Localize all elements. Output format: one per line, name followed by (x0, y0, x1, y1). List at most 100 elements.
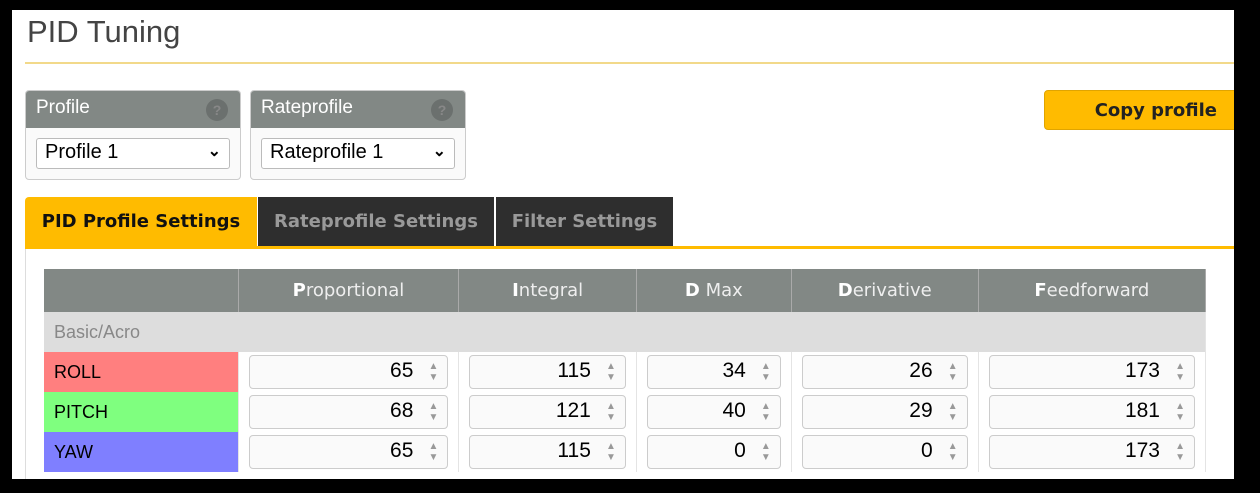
cell: 0 ▲ ▼ (791, 432, 979, 472)
value: 68 (390, 399, 414, 422)
chevron-down-icon: ⌄ (207, 143, 221, 160)
spinner-icon[interactable]: ▲ ▼ (429, 441, 439, 463)
number-input[interactable]: 121 ▲ ▼ (469, 395, 626, 429)
pid-table: Proportional Integral D Max Derivative Feedf… (44, 269, 1207, 472)
spinner-icon[interactable]: ▲ ▼ (1175, 441, 1185, 463)
section-basic-acro: Basic/Acro (44, 312, 1206, 352)
cell: 34 ▲ ▼ (636, 352, 792, 392)
spinner-icon[interactable]: ▲ ▼ (948, 401, 958, 423)
spinner-icon[interactable]: ▲ ▼ (761, 441, 771, 463)
value: 0 (734, 439, 746, 462)
number-input[interactable]: 0 ▲ ▼ (646, 435, 781, 469)
value: 181 (1124, 399, 1160, 422)
value: 173 (1124, 359, 1160, 382)
spinner-icon[interactable]: ▲ ▼ (948, 441, 958, 463)
spinner-icon[interactable]: ▲ ▼ (1175, 361, 1185, 383)
table-row: YAW 65 ▲ ▼ 115 ▲ ▼ 0 ▲ ▼ 0 ▲ ▼ 173 ▲ ▼ (44, 432, 1207, 472)
cell: 68 ▲ ▼ (238, 392, 460, 432)
spinner-icon[interactable]: ▲ ▼ (948, 361, 958, 383)
spinner-icon[interactable]: ▲ ▼ (606, 441, 616, 463)
header-rest: ntegral (518, 280, 584, 301)
cell: 121 ▲ ▼ (458, 392, 637, 432)
tab-filter-settings[interactable]: Filter Settings (496, 197, 673, 246)
number-input[interactable]: 68 ▲ ▼ (248, 395, 449, 429)
spinner-icon[interactable]: ▲ ▼ (761, 401, 771, 423)
header-initial: I (512, 280, 519, 301)
page-title: PID Tuning (27, 14, 181, 49)
number-input[interactable]: 181 ▲ ▼ (988, 395, 1195, 429)
spinner-icon[interactable]: ▲ ▼ (606, 361, 616, 383)
column-header: Proportional (238, 269, 460, 312)
tab-pid-profile-settings[interactable]: PID Profile Settings (25, 197, 257, 246)
profile-label: Profile (36, 97, 90, 118)
spinner-icon[interactable]: ▲ ▼ (606, 401, 616, 423)
axis-label-yaw: YAW (44, 432, 239, 472)
cell: 115 ▲ ▼ (458, 352, 637, 392)
spinner-icon[interactable]: ▲ ▼ (429, 401, 439, 423)
cell: 26 ▲ ▼ (791, 352, 979, 392)
axis-label-roll: ROLL (44, 352, 239, 392)
title-divider (25, 62, 1235, 64)
value: 115 (557, 439, 591, 462)
cell: 0 ▲ ▼ (636, 432, 792, 472)
table-row: ROLL 65 ▲ ▼ 115 ▲ ▼ 34 ▲ ▼ 26 ▲ ▼ 173 ▲ ▼ (44, 352, 1207, 392)
header-rest: roportional (305, 280, 405, 301)
column-header: Integral (458, 269, 637, 312)
profile-value: Profile 1 (45, 141, 119, 163)
value: 0 (920, 439, 933, 462)
rateprofile-value: Rateprofile 1 (270, 141, 384, 163)
cell: 65 ▲ ▼ (238, 432, 460, 472)
help-icon[interactable]: ? (206, 99, 228, 121)
rateprofile-label: Rateprofile (261, 97, 353, 118)
cell: 181 ▲ ▼ (978, 392, 1207, 432)
copy-profile-button[interactable]: Copy profile (1044, 90, 1244, 130)
profile-select[interactable]: Profile 1 ⌄ (36, 138, 230, 169)
column-header: D Max (636, 269, 792, 312)
chevron-down-icon: ⌄ (432, 143, 446, 160)
number-input[interactable]: 0 ▲ ▼ (801, 435, 968, 469)
header-initial: F (1034, 280, 1047, 301)
number-input[interactable]: 173 ▲ ▼ (988, 435, 1195, 469)
header-rest: eedforward (1046, 280, 1150, 301)
value: 29 (909, 399, 933, 422)
number-input[interactable]: 173 ▲ ▼ (988, 355, 1195, 389)
number-input[interactable]: 115 ▲ ▼ (469, 435, 626, 469)
number-input[interactable]: 65 ▲ ▼ (248, 435, 449, 469)
rateprofile-select[interactable]: Rateprofile 1 ⌄ (261, 138, 455, 169)
number-input[interactable]: 115 ▲ ▼ (469, 355, 626, 389)
profile-panel: Profile? Profile 1 ⌄ (25, 90, 241, 180)
value: 65 (390, 359, 414, 382)
number-input[interactable]: 65 ▲ ▼ (248, 355, 449, 389)
help-icon[interactable]: ? (431, 99, 453, 121)
axis-label-pitch: PITCH (44, 392, 239, 432)
rateprofile-panel: Rateprofile? Rateprofile 1 ⌄ (250, 90, 466, 180)
cell: 173 ▲ ▼ (978, 432, 1207, 472)
value: 115 (557, 359, 591, 382)
header-initial: P (292, 280, 306, 301)
value: 26 (909, 359, 933, 382)
header-initial: D (837, 280, 853, 301)
value: 121 (555, 399, 591, 422)
tab-rateprofile-settings[interactable]: Rateprofile Settings (258, 197, 494, 246)
header-rest: erivative (852, 280, 932, 301)
table-row: PITCH 68 ▲ ▼ 121 ▲ ▼ 40 ▲ ▼ 29 ▲ ▼ 181 ▲ ▼ (44, 392, 1207, 432)
column-header: Feedforward (978, 269, 1207, 312)
spinner-icon[interactable]: ▲ ▼ (1175, 401, 1185, 423)
cell: 65 ▲ ▼ (238, 352, 460, 392)
column-header: Derivative (791, 269, 979, 312)
number-input[interactable]: 40 ▲ ▼ (646, 395, 781, 429)
value: 34 (722, 359, 746, 382)
cell: 29 ▲ ▼ (791, 392, 979, 432)
spinner-icon[interactable]: ▲ ▼ (429, 361, 439, 383)
header-rest: Max (699, 280, 743, 301)
header-initial: D (684, 280, 700, 301)
spinner-icon[interactable]: ▲ ▼ (761, 361, 771, 383)
cell: 40 ▲ ▼ (636, 392, 792, 432)
number-input[interactable]: 29 ▲ ▼ (801, 395, 968, 429)
value: 40 (722, 399, 746, 422)
cell: 173 ▲ ▼ (978, 352, 1207, 392)
number-input[interactable]: 34 ▲ ▼ (646, 355, 781, 389)
cell: 115 ▲ ▼ (458, 432, 637, 472)
number-input[interactable]: 26 ▲ ▼ (801, 355, 968, 389)
value: 173 (1124, 439, 1160, 462)
